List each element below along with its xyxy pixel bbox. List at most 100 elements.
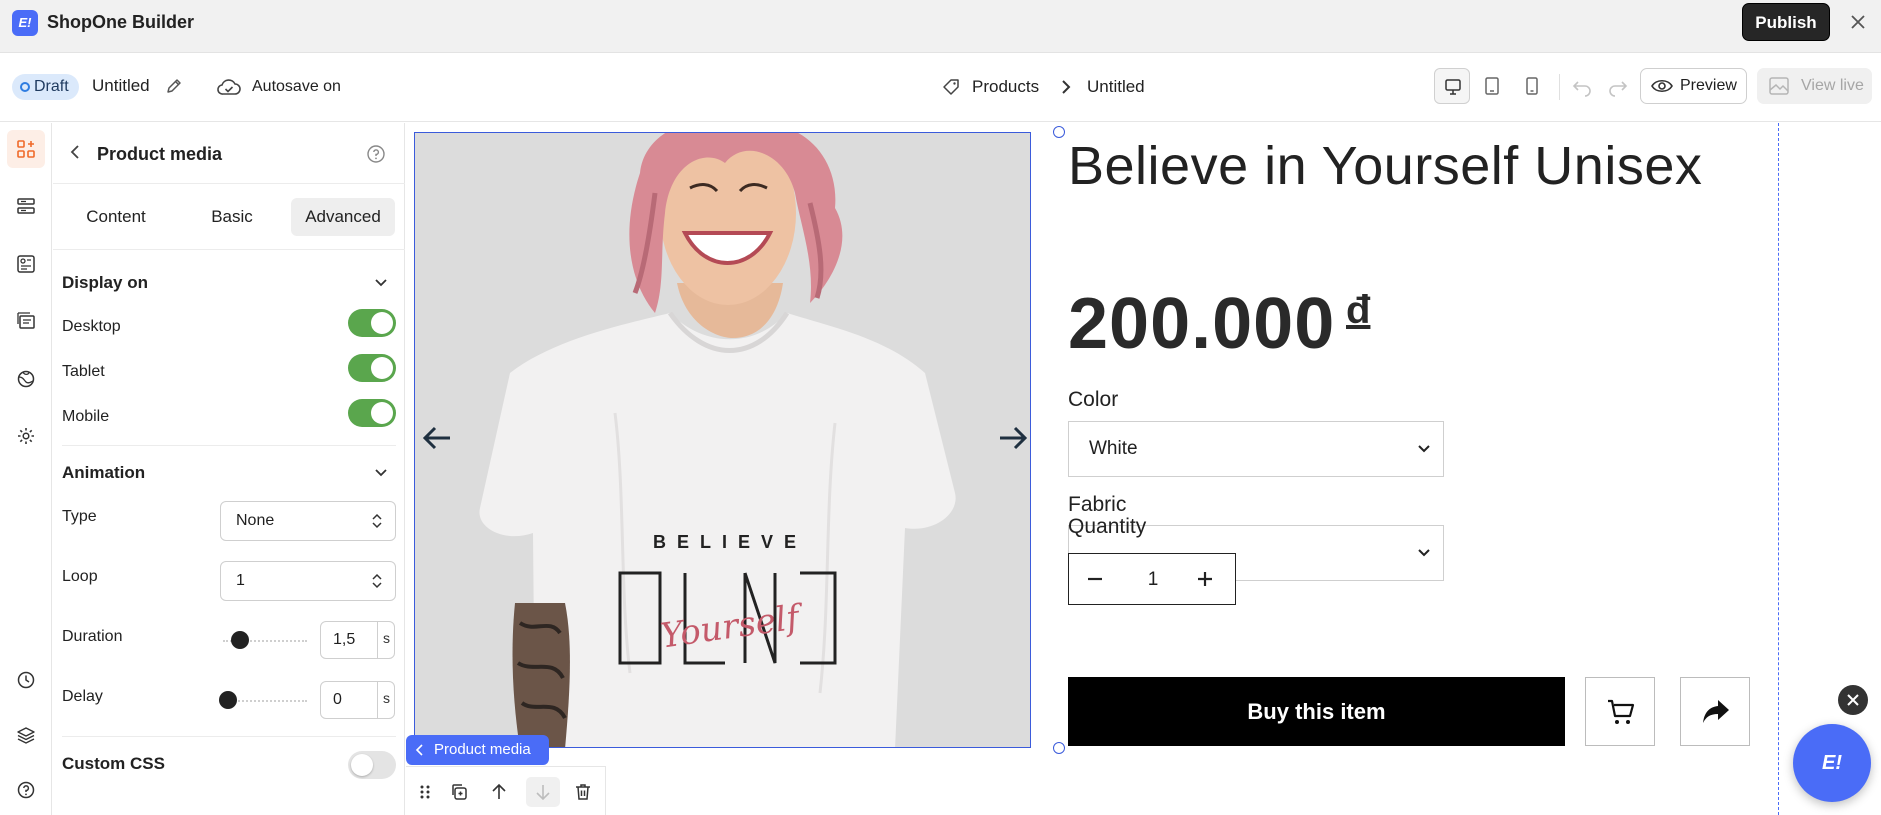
publish-button[interactable]: Publish	[1742, 3, 1830, 41]
cart-icon	[1608, 699, 1635, 724]
close-icon[interactable]	[1847, 11, 1869, 33]
rail-global-button[interactable]	[7, 360, 45, 398]
selected-element-name: Product media	[434, 741, 531, 758]
quantity-input[interactable]: 1	[1139, 569, 1167, 591]
pages-icon	[17, 312, 35, 329]
delay-input[interactable]: 0 s	[320, 681, 395, 719]
share-arrow-icon	[1703, 700, 1729, 723]
page-title[interactable]: Untitled	[92, 76, 150, 96]
status-badge: Draft	[12, 74, 79, 100]
desktop-icon	[1445, 79, 1461, 95]
display-desktop-label: Desktop	[62, 318, 121, 335]
duplicate-icon[interactable]	[442, 777, 476, 807]
animation-loop-select[interactable]: 1	[220, 561, 396, 601]
display-tablet-toggle[interactable]	[348, 354, 396, 382]
chevron-left-icon	[415, 744, 423, 756]
rail-settings-button[interactable]	[7, 417, 45, 455]
animation-type-value: None	[236, 512, 275, 529]
chat-launcher-button[interactable]: E!	[1793, 724, 1871, 802]
cloud-check-icon	[216, 77, 242, 97]
rail-pages-button[interactable]	[7, 302, 45, 340]
section-title-animation[interactable]: Animation	[62, 463, 145, 483]
resize-handle-bottom[interactable]	[1053, 742, 1065, 754]
rail-elements-button[interactable]	[7, 130, 45, 168]
app-title: ShopOne Builder	[47, 12, 195, 32]
delay-slider-handle[interactable]	[219, 691, 237, 709]
arrow-left-icon[interactable]	[420, 421, 454, 455]
device-tablet-button[interactable]	[1474, 68, 1510, 104]
animation-type-label: Type	[62, 508, 97, 525]
color-select[interactable]: White	[1068, 421, 1444, 477]
toolbar-divider	[1559, 74, 1560, 100]
buy-button[interactable]: Buy this item	[1068, 677, 1565, 746]
trash-icon[interactable]	[566, 777, 600, 807]
animation-type-select[interactable]: None	[220, 501, 396, 541]
chevron-left-icon[interactable]	[67, 143, 85, 161]
duration-input[interactable]: 1,5 s	[320, 621, 395, 659]
rail-help-button[interactable]	[7, 771, 45, 809]
tab-content[interactable]: Content	[63, 198, 169, 236]
device-desktop-button[interactable]	[1434, 68, 1470, 104]
section-title-display-on[interactable]: Display on	[62, 273, 148, 293]
quantity-stepper: 1	[1068, 553, 1236, 605]
breadcrumb-current: Untitled	[1087, 77, 1145, 96]
duration-unit: s	[377, 622, 395, 658]
help-icon[interactable]	[366, 144, 386, 164]
resize-handle-top[interactable]	[1053, 126, 1065, 138]
tag-icon	[942, 78, 960, 96]
device-mobile-button[interactable]	[1514, 68, 1550, 104]
color-value: White	[1089, 438, 1138, 459]
tab-basic[interactable]: Basic	[179, 198, 285, 236]
rail-sections-button[interactable]	[7, 187, 45, 225]
divider	[53, 249, 405, 250]
share-button[interactable]	[1680, 677, 1750, 746]
view-live-button[interactable]: View live	[1757, 68, 1872, 104]
minus-icon[interactable]	[1083, 567, 1107, 591]
animation-duration-label: Duration	[62, 628, 123, 645]
elements-icon	[17, 140, 35, 158]
drag-handle-icon[interactable]	[408, 777, 442, 807]
delay-unit: s	[377, 682, 395, 718]
display-mobile-toggle[interactable]	[348, 399, 396, 427]
arrow-right-icon[interactable]	[996, 421, 1030, 455]
autosave-status: Autosave on	[252, 78, 341, 95]
pencil-icon[interactable]	[164, 76, 184, 96]
selected-element-label[interactable]: Product media	[406, 735, 549, 765]
add-to-cart-button[interactable]	[1585, 677, 1655, 746]
tee-print-top: BELIEVE	[653, 532, 807, 552]
close-icon[interactable]	[1838, 685, 1868, 715]
animation-loop-label: Loop	[62, 568, 98, 585]
rail-layers-button[interactable]	[7, 716, 45, 754]
redo-icon[interactable]	[1604, 74, 1630, 100]
chevron-down-icon	[1418, 549, 1430, 557]
sort-arrows-icon	[372, 513, 382, 529]
chevron-down-icon[interactable]	[373, 275, 389, 291]
breadcrumb-products[interactable]: Products	[972, 77, 1039, 97]
editor-canvas: BELIEVE Yourself Product media Believe i…	[406, 123, 1881, 815]
delay-value: 0	[333, 691, 342, 708]
custom-css-toggle[interactable]	[348, 751, 396, 779]
chevron-down-icon[interactable]	[373, 465, 389, 481]
gear-icon	[18, 428, 34, 444]
rail-history-button[interactable]	[7, 661, 45, 699]
help-icon	[17, 781, 35, 799]
tab-advanced[interactable]: Advanced	[291, 198, 395, 236]
mobile-icon	[1526, 77, 1538, 95]
preview-button[interactable]: Preview	[1640, 68, 1747, 104]
undo-icon[interactable]	[1570, 74, 1596, 100]
display-tablet-label: Tablet	[62, 363, 105, 380]
color-label: Color	[1068, 388, 1119, 411]
move-down-icon[interactable]	[526, 777, 560, 807]
layout-guide	[1778, 123, 1779, 815]
panel-title: Product media	[97, 144, 223, 164]
move-up-icon[interactable]	[482, 777, 516, 807]
eye-icon	[1651, 79, 1673, 93]
display-desktop-toggle[interactable]	[348, 309, 396, 337]
product-media[interactable]: BELIEVE Yourself	[414, 132, 1031, 748]
duration-slider-handle[interactable]	[231, 631, 249, 649]
plus-icon[interactable]	[1193, 567, 1217, 591]
element-toolbar	[406, 766, 606, 815]
rail-templates-button[interactable]	[7, 245, 45, 283]
divider	[62, 736, 396, 737]
sections-icon	[17, 198, 35, 214]
